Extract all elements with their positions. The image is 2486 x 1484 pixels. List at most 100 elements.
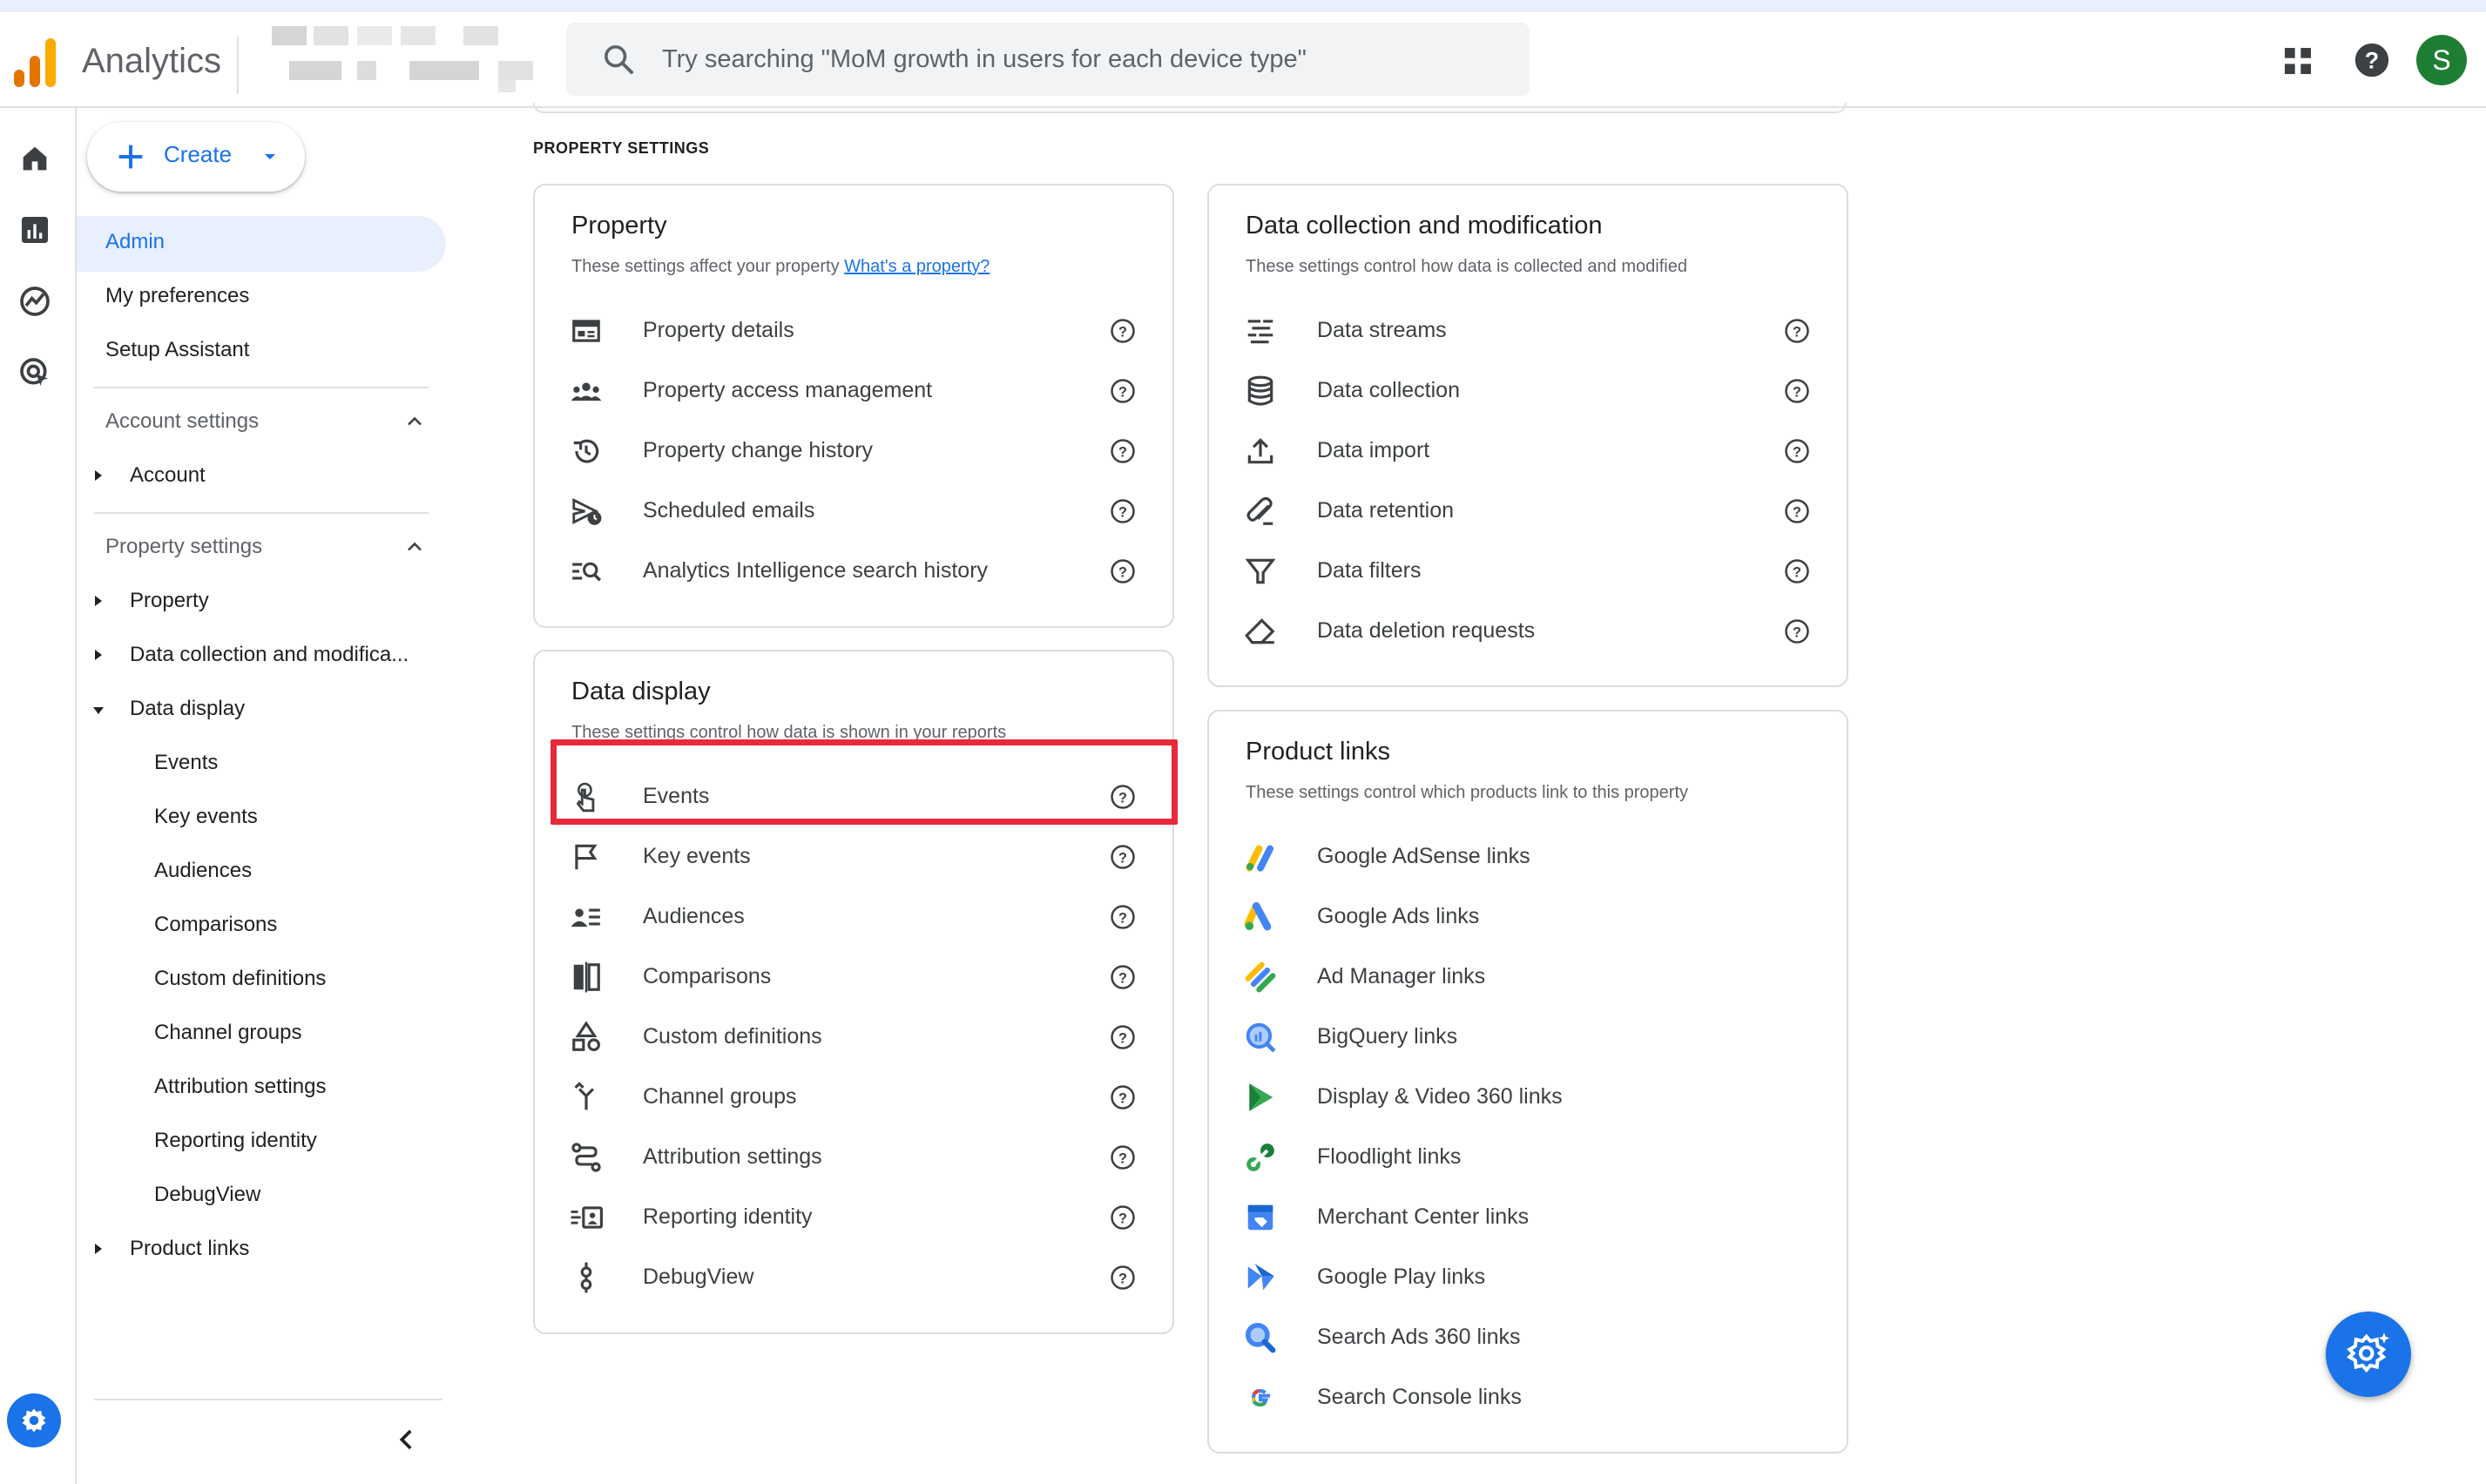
expand-arrow-icon[interactable]: [95, 1244, 102, 1254]
row-search-console-links[interactable]: Search Console links: [1209, 1367, 1847, 1427]
help-circle-icon[interactable]: ?: [1110, 1144, 1136, 1170]
expand-arrow-icon[interactable]: [95, 470, 102, 481]
help-circle-icon[interactable]: ?: [1784, 378, 1810, 404]
chevron-up-icon[interactable]: [402, 535, 427, 559]
nav-property-settings[interactable]: Property settings: [105, 535, 262, 559]
help-circle-icon[interactable]: ?: [1110, 1265, 1136, 1291]
avatar[interactable]: S: [2416, 35, 2467, 85]
help-icon[interactable]: ?: [2352, 40, 2392, 80]
row-property-access-management[interactable]: Property access management ?: [535, 361, 1172, 421]
help-circle-icon[interactable]: ?: [1110, 438, 1136, 464]
collapse-sidebar-icon[interactable]: [392, 1425, 422, 1454]
nav-item-data-collection[interactable]: Data collection and modifica...: [130, 643, 409, 667]
help-circle-icon[interactable]: ?: [1784, 618, 1810, 644]
row-data-collection[interactable]: Data collection ?: [1209, 361, 1847, 421]
help-circle-icon[interactable]: ?: [1110, 904, 1136, 930]
home-icon[interactable]: [17, 141, 52, 176]
row-property-details[interactable]: Property details ?: [535, 300, 1172, 361]
row-label: Search Console links: [1317, 1385, 1522, 1409]
expand-arrow-icon[interactable]: [95, 596, 102, 606]
row-google-play-links[interactable]: Google Play links: [1209, 1247, 1847, 1307]
svg-text:?: ?: [1118, 324, 1127, 340]
collapse-arrow-icon[interactable]: [93, 707, 104, 714]
nav-subitem-reporting-identity[interactable]: Reporting identity: [154, 1129, 317, 1153]
settings-assistant-button[interactable]: [2326, 1312, 2411, 1397]
nav-item-account[interactable]: Account: [130, 463, 206, 488]
row-custom-definitions[interactable]: Custom definitions ?: [535, 1007, 1172, 1067]
help-circle-icon[interactable]: ?: [1784, 438, 1810, 464]
chevron-up-icon[interactable]: [402, 409, 427, 434]
row-key-events[interactable]: Key events ?: [535, 826, 1172, 887]
help-circle-icon[interactable]: ?: [1110, 558, 1136, 584]
row-debugview[interactable]: DebugView ?: [535, 1247, 1172, 1307]
row-scheduled-emails[interactable]: Scheduled emails ?: [535, 481, 1172, 541]
help-circle-icon[interactable]: ?: [1110, 318, 1136, 344]
row-merchant-center-links[interactable]: Merchant Center links: [1209, 1187, 1847, 1247]
row-data-retention[interactable]: Data retention ?: [1209, 481, 1847, 541]
help-circle-icon[interactable]: ?: [1110, 1024, 1136, 1050]
nav-subitem-custom-definitions[interactable]: Custom definitions: [154, 967, 326, 991]
filter-icon: [1245, 558, 1276, 584]
row-audiences[interactable]: Audiences ?: [535, 887, 1172, 947]
row-channel-groups[interactable]: Channel groups ?: [535, 1067, 1172, 1127]
row-display-video-360-links[interactable]: Display & Video 360 links: [1209, 1067, 1847, 1127]
help-circle-icon[interactable]: ?: [1110, 498, 1136, 524]
scheduled-send-icon: [572, 498, 602, 525]
admin-gear-icon[interactable]: [7, 1393, 61, 1447]
svg-text:?: ?: [1118, 910, 1127, 926]
nav-subitem-audiences[interactable]: Audiences: [154, 859, 252, 883]
nav-item-setup-assistant[interactable]: Setup Assistant: [105, 338, 249, 362]
expand-arrow-icon[interactable]: [95, 650, 102, 660]
row-bigquery-links[interactable]: BigQuery links: [1209, 1007, 1847, 1067]
nav-item-my-preferences[interactable]: My preferences: [105, 284, 249, 308]
create-button[interactable]: Create: [87, 122, 305, 192]
row-analytics-intelligence-search-history[interactable]: Analytics Intelligence search history ?: [535, 541, 1172, 601]
nav-subitem-debugview[interactable]: DebugView: [154, 1183, 260, 1207]
whats-a-property-link[interactable]: What's a property?: [844, 257, 990, 276]
help-circle-icon[interactable]: ?: [1110, 378, 1136, 404]
nav-subitem-key-events[interactable]: Key events: [154, 805, 258, 829]
nav-subitem-comparisons[interactable]: Comparisons: [154, 913, 277, 937]
row-google-ads-links[interactable]: Google Ads links: [1209, 887, 1847, 947]
row-data-filters[interactable]: Data filters ?: [1209, 541, 1847, 601]
apps-grid-icon[interactable]: [2280, 44, 2315, 78]
reports-icon[interactable]: [17, 212, 52, 247]
help-circle-icon[interactable]: ?: [1110, 964, 1136, 990]
row-data-streams[interactable]: Data streams ?: [1209, 300, 1847, 361]
row-reporting-identity[interactable]: Reporting identity ?: [535, 1187, 1172, 1247]
svg-text:?: ?: [1793, 444, 1801, 460]
search-bar[interactable]: [566, 23, 1530, 96]
explore-icon[interactable]: [17, 284, 52, 319]
row-attribution-settings[interactable]: Attribution settings ?: [535, 1127, 1172, 1187]
svg-text:?: ?: [2365, 48, 2379, 74]
row-search-ads-360-links[interactable]: Search Ads 360 links: [1209, 1307, 1847, 1367]
nav-subitem-attribution-settings[interactable]: Attribution settings: [154, 1075, 326, 1099]
nav-account-settings[interactable]: Account settings: [105, 409, 259, 434]
nav-item-property[interactable]: Property: [130, 589, 209, 613]
nav-item-data-display[interactable]: Data display: [130, 697, 245, 721]
row-comparisons[interactable]: Comparisons ?: [535, 947, 1172, 1007]
help-circle-icon[interactable]: ?: [1784, 498, 1810, 524]
search-ads-360-icon: [1245, 1322, 1276, 1353]
nav-subitem-channel-groups[interactable]: Channel groups: [154, 1021, 301, 1045]
row-floodlight-links[interactable]: Floodlight links: [1209, 1127, 1847, 1187]
nav-item-admin[interactable]: Admin: [77, 216, 446, 272]
nav-subitem-events[interactable]: Events: [154, 751, 218, 775]
row-property-change-history[interactable]: Property change history ?: [535, 421, 1172, 481]
analytics-logo[interactable]: [12, 35, 57, 91]
help-circle-icon[interactable]: ?: [1784, 558, 1810, 584]
nav-item-product-links[interactable]: Product links: [130, 1237, 249, 1261]
advertising-icon[interactable]: [17, 355, 52, 390]
row-data-deletion-requests[interactable]: Data deletion requests ?: [1209, 601, 1847, 661]
help-circle-icon[interactable]: ?: [1110, 1084, 1136, 1110]
help-circle-icon[interactable]: ?: [1110, 844, 1136, 870]
top-strip: [0, 0, 2486, 12]
row-ad-manager-links[interactable]: Ad Manager links: [1209, 947, 1847, 1007]
data-streams-icon: [1247, 320, 1273, 344]
help-circle-icon[interactable]: ?: [1784, 318, 1810, 344]
search-input[interactable]: [662, 23, 1498, 96]
row-data-import[interactable]: Data import ?: [1209, 421, 1847, 481]
help-circle-icon[interactable]: ?: [1110, 1204, 1136, 1231]
row-google-adsense-links[interactable]: Google AdSense links: [1209, 826, 1847, 887]
card-description: These settings affect your property What…: [571, 257, 990, 277]
